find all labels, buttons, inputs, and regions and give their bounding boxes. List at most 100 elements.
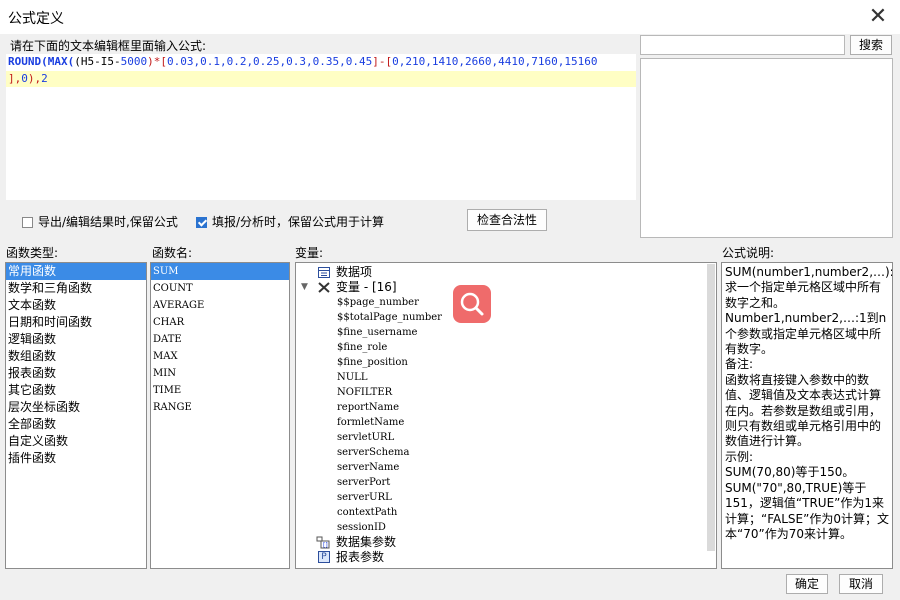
function-type-item[interactable]: 文本函数 — [6, 297, 146, 314]
variable-item[interactable]: servletURL — [296, 430, 706, 445]
function-type-item[interactable]: 报表函数 — [6, 365, 146, 382]
function-type-item[interactable]: 自定义函数 — [6, 433, 146, 450]
ok-button[interactable]: 确定 — [786, 574, 828, 594]
function-type-item[interactable]: 层次坐标函数 — [6, 399, 146, 416]
formula-token: ]-[ — [372, 55, 393, 68]
search-overlay-button[interactable] — [453, 285, 491, 323]
formula-token: ROUND(MAX( — [8, 55, 75, 68]
variable-item-label: serverURL — [337, 492, 392, 503]
search-button[interactable]: 搜索 — [850, 35, 892, 55]
variables-tree[interactable]: 数据项 ▼ 变量 - [16] $$page_number $$totalPage… — [295, 262, 717, 569]
magnifier-icon — [460, 292, 484, 316]
description-paragraph: 示例: — [725, 449, 754, 464]
tree-dataset-params[interactable]: [] 数据集参数 — [296, 535, 706, 550]
export-keep-label: 导出/编辑结果时,保留公式 — [38, 215, 178, 229]
function-name-item[interactable]: DATE — [151, 331, 289, 348]
variable-item[interactable]: sessionID — [296, 520, 706, 535]
fill-keep-label: 填报/分析时，保留公式用于计算 — [212, 215, 385, 229]
function-type-item[interactable]: 其它函数 — [6, 382, 146, 399]
check-validity-button[interactable]: 检查合法性 — [467, 209, 547, 231]
formula-token: )*[ — [147, 55, 167, 68]
formula-token: 0,210,1410,2660,4410,7160,15160 — [392, 55, 598, 68]
function-type-item[interactable]: 全部函数 — [6, 416, 146, 433]
report-param-icon: P — [318, 551, 330, 563]
description-paragraph: SUM("70",80,TRUE)等于151，逻辑值“TRUE”作为1来计算；“… — [725, 480, 889, 541]
variable-item[interactable]: $$totalPage_number — [296, 310, 706, 325]
function-type-item[interactable]: 插件函数 — [6, 450, 146, 467]
variable-item-label: $$totalPage_number — [337, 312, 442, 323]
variable-item[interactable]: $$page_number — [296, 295, 706, 310]
formula-prompt: 请在下面的文本编辑框里面输入公式: — [10, 39, 207, 53]
variable-item[interactable]: reportName — [296, 400, 706, 415]
formula-token: 5000 — [120, 55, 148, 68]
function-name-item[interactable]: COUNT — [151, 280, 289, 297]
variable-item[interactable]: serverSchema — [296, 445, 706, 460]
function-names-label: 函数名: — [152, 246, 193, 260]
formula-editor[interactable]: ROUND(MAX((H5-I5-5000)*[0.03,0.1,0.2,0.2… — [6, 54, 636, 200]
function-name-item[interactable]: TIME — [151, 382, 289, 399]
function-type-item[interactable]: 数组函数 — [6, 348, 146, 365]
function-name-item[interactable]: MIN — [151, 365, 289, 382]
variable-item[interactable]: $fine_position — [296, 355, 706, 370]
variable-item[interactable]: serverURL — [296, 490, 706, 505]
variable-item[interactable]: contextPath — [296, 505, 706, 520]
dialog-title: 公式定义 — [8, 11, 64, 27]
function-name-item[interactable]: MAX — [151, 348, 289, 365]
description-paragraph: 备注: — [725, 357, 754, 372]
variable-item[interactable]: NOFILTER — [296, 385, 706, 400]
variable-item[interactable]: $fine_username — [296, 325, 706, 340]
variable-item-label: serverSchema — [337, 447, 410, 458]
variable-item[interactable]: serverName — [296, 460, 706, 475]
function-name-item[interactable]: CHAR — [151, 314, 289, 331]
tree-data-items[interactable]: 数据项 — [296, 265, 706, 280]
description-label: 公式说明: — [722, 246, 775, 260]
variable-item-label: contextPath — [337, 507, 398, 518]
data-items-label: 数据项 — [336, 265, 373, 279]
formula-token: ], — [8, 72, 22, 85]
description-paragraph: SUM(70,80)等于150。 — [725, 465, 855, 480]
search-results-panel[interactable] — [640, 58, 893, 238]
function-type-item[interactable]: 常用函数 — [6, 263, 146, 280]
variable-item-label: sessionID — [337, 522, 386, 533]
variables-label: 变量: — [295, 246, 324, 260]
function-type-item[interactable]: 逻辑函数 — [6, 331, 146, 348]
expand-arrow-icon[interactable]: ▼ — [301, 280, 308, 295]
description-paragraph: SUM(number1,number2,…):求一个指定单元格区域中所有数字之和… — [725, 265, 893, 310]
formula-description: SUM(number1,number2,…):求一个指定单元格区域中所有数字之和… — [721, 262, 893, 569]
function-name-item[interactable]: SUM — [151, 263, 289, 280]
table-icon — [318, 267, 330, 278]
cancel-button[interactable]: 取消 — [839, 574, 883, 594]
variable-item-label: reportName — [337, 402, 400, 413]
tree-variables-node[interactable]: ▼ 变量 - [16] — [296, 280, 706, 295]
formula-token: 0.03,0.1,0.2,0.25,0.3,0.35,0.45 — [166, 55, 373, 68]
function-name-item[interactable]: AVERAGE — [151, 297, 289, 314]
function-types-list[interactable]: 常用函数 数学和三角函数 文本函数 日期和时间函数 逻辑函数 数组函数 报表函数 其它函数 层次… — [5, 262, 147, 569]
function-type-item[interactable]: 日期和时间函数 — [6, 314, 146, 331]
variable-item-label: $fine_role — [337, 342, 388, 353]
export-keep-formula-option[interactable]: 导出/编辑结果时,保留公式 — [22, 213, 178, 230]
variable-item-label: servletURL — [337, 432, 395, 443]
variables-scrollbar[interactable] — [707, 264, 715, 551]
fill-keep-checkbox[interactable] — [196, 217, 207, 228]
variable-item[interactable]: formletName — [296, 415, 706, 430]
svg-text:[]: [] — [323, 542, 328, 549]
close-icon[interactable]: ✕ — [864, 3, 892, 31]
formula-token: (H5-I5- — [74, 55, 121, 68]
function-names-list[interactable]: SUM COUNT AVERAGE CHAR DATE MAX MIN TIME RANGE — [150, 262, 290, 569]
variable-item[interactable]: serverPort — [296, 475, 706, 490]
dataset-param-icon: [] — [316, 536, 330, 549]
export-keep-checkbox[interactable] — [22, 217, 33, 228]
search-input[interactable] — [640, 35, 845, 55]
fill-keep-formula-option[interactable]: 填报/分析时，保留公式用于计算 — [196, 213, 384, 230]
function-type-item[interactable]: 数学和三角函数 — [6, 280, 146, 297]
function-name-item[interactable]: RANGE — [151, 399, 289, 416]
variable-item-label: serverName — [337, 462, 400, 473]
variable-item[interactable]: $fine_role — [296, 340, 706, 355]
formula-token: 2 — [41, 72, 48, 85]
variable-x-icon — [318, 282, 330, 293]
variable-item-label: NULL — [337, 372, 368, 383]
formula-line-2: ],0),2 — [6, 71, 636, 87]
variable-item[interactable]: NULL — [296, 370, 706, 385]
tree-report-params[interactable]: P 报表参数 — [296, 550, 706, 565]
report-params-label: 报表参数 — [336, 550, 385, 564]
